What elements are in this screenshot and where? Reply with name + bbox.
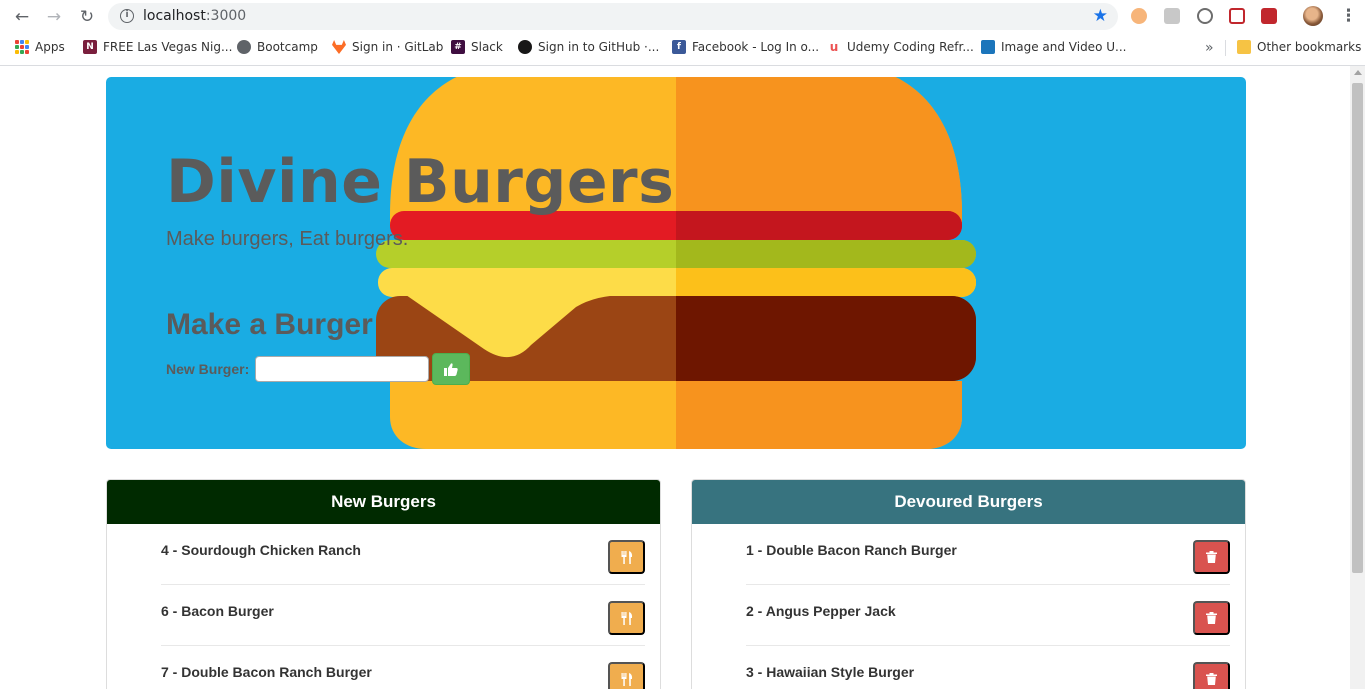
udemy-favicon: u	[827, 40, 841, 54]
devoured-burgers-heading: Devoured Burgers	[692, 480, 1245, 524]
reload-icon[interactable]: ↻	[76, 6, 98, 28]
cutlery-icon	[621, 550, 632, 564]
submit-burger-button[interactable]	[432, 353, 471, 385]
bookmark-udemy[interactable]: u Udemy Coding Refr...	[827, 40, 974, 54]
burger-name: 6 - Bacon Burger	[161, 603, 274, 619]
devoured-burgers-list: 1 - Double Bacon Ranch Burger 2 - Angus …	[692, 524, 1245, 689]
url-host: localhost	[143, 8, 206, 24]
nbc-favicon: N	[83, 40, 97, 54]
bookmark-apps[interactable]: Apps	[15, 40, 65, 54]
devoured-burgers-panel: Devoured Burgers 1 - Double Bacon Ranch …	[691, 479, 1246, 689]
address-bar[interactable]: i localhost:3000 ★	[108, 3, 1118, 30]
github-favicon	[518, 40, 532, 54]
url-text[interactable]: localhost:3000	[143, 8, 246, 24]
page-viewport: Divine Burgers Make burgers, Eat burgers…	[0, 66, 1350, 689]
devour-button[interactable]	[608, 662, 645, 689]
extension-pocket-icon[interactable]	[1229, 8, 1245, 24]
jumbotron: Divine Burgers Make burgers, Eat burgers…	[106, 77, 1246, 449]
new-burgers-list: 4 - Sourdough Chicken Ranch 6 - Bacon Bu…	[107, 524, 660, 689]
bookmark-github[interactable]: Sign in to GitHub ·...	[518, 40, 659, 54]
vertical-scrollbar[interactable]	[1350, 66, 1365, 689]
new-burger-form: New Burger:	[166, 353, 471, 385]
apps-grid-icon	[15, 40, 29, 54]
scroll-up-arrow-icon[interactable]	[1354, 70, 1362, 75]
extension-arrow-icon[interactable]	[1131, 8, 1147, 24]
bookmark-label: Facebook - Log In o...	[692, 40, 820, 54]
burger-name: 3 - Hawaiian Style Burger	[746, 664, 915, 680]
list-item: 1 - Double Bacon Ranch Burger	[746, 524, 1230, 585]
cutlery-icon	[621, 611, 632, 625]
new-burger-label: New Burger:	[166, 361, 250, 377]
bookmark-label: Other bookmarks	[1257, 40, 1362, 54]
bookmark-other[interactable]: Other bookmarks	[1237, 40, 1361, 54]
new-burger-input[interactable]	[255, 356, 430, 382]
new-burgers-heading: New Burgers	[107, 480, 660, 524]
cutlery-icon	[621, 672, 632, 686]
bookmarks-bar: Apps N FREE Las Vegas Nig... Bootcamp Si…	[0, 33, 1365, 63]
delete-button[interactable]	[1193, 540, 1230, 574]
profile-avatar[interactable]	[1303, 6, 1323, 26]
image-upload-favicon	[981, 40, 995, 54]
page-title: Divine Burgers	[166, 147, 675, 217]
bookmark-label: Sign in to GitHub ·...	[538, 40, 660, 54]
scrollbar-thumb[interactable]	[1352, 83, 1363, 573]
bookmark-slack[interactable]: # Slack	[451, 40, 503, 54]
extension-braces-icon[interactable]	[1197, 8, 1213, 24]
bookmark-facebook[interactable]: f Facebook - Log In o...	[672, 40, 819, 54]
globe-favicon	[237, 40, 251, 54]
new-burgers-panel: New Burgers 4 - Sourdough Chicken Ranch …	[106, 479, 661, 689]
trash-icon	[1206, 551, 1217, 563]
list-item: 6 - Bacon Burger	[161, 585, 645, 646]
devour-button[interactable]	[608, 601, 645, 635]
url-port: :3000	[205, 8, 247, 24]
list-item: 2 - Angus Pepper Jack	[746, 585, 1230, 646]
list-item: 3 - Hawaiian Style Burger	[746, 646, 1230, 689]
bookmark-label: Apps	[35, 40, 65, 54]
delete-button[interactable]	[1193, 662, 1230, 689]
page-subtitle: Make burgers, Eat burgers.	[166, 228, 409, 250]
bookmark-star-icon[interactable]: ★	[1093, 6, 1108, 26]
devour-button[interactable]	[608, 540, 645, 574]
extension-screen-icon[interactable]	[1164, 8, 1180, 24]
extension-shield-icon[interactable]	[1261, 8, 1277, 24]
kebab-menu-icon[interactable]: ⋮	[1340, 6, 1357, 26]
thumbs-up-icon	[444, 362, 458, 376]
bookmark-image-upload[interactable]: Image and Video U...	[981, 40, 1126, 54]
slack-favicon: #	[451, 40, 465, 54]
bookmarks-divider	[1225, 40, 1226, 56]
burger-name: 2 - Angus Pepper Jack	[746, 603, 896, 619]
bookmark-vegas[interactable]: N FREE Las Vegas Nig...	[83, 40, 232, 54]
facebook-favicon: f	[672, 40, 686, 54]
bookmark-label: Bootcamp	[257, 40, 318, 54]
folder-icon	[1237, 40, 1251, 54]
bookmark-label: Sign in · GitLab	[352, 40, 444, 54]
bookmarks-overflow-chevron-icon[interactable]: »	[1205, 40, 1214, 56]
gitlab-favicon	[332, 40, 346, 54]
burger-name: 4 - Sourdough Chicken Ranch	[161, 542, 361, 558]
burger-name: 7 - Double Bacon Ranch Burger	[161, 664, 372, 680]
trash-icon	[1206, 673, 1217, 685]
trash-icon	[1206, 612, 1217, 624]
bookmark-gitlab[interactable]: Sign in · GitLab	[332, 40, 443, 54]
bookmark-label: Slack	[471, 40, 503, 54]
bookmark-label: FREE Las Vegas Nig...	[103, 40, 233, 54]
browser-toolbar: ← → ↻ i localhost:3000 ★ ⋮	[0, 0, 1365, 33]
back-arrow-icon[interactable]: ←	[11, 6, 33, 28]
bookmark-label: Udemy Coding Refr...	[847, 40, 974, 54]
forward-arrow-icon[interactable]: →	[43, 6, 65, 28]
delete-button[interactable]	[1193, 601, 1230, 635]
bookmark-bootcamp[interactable]: Bootcamp	[237, 40, 318, 54]
list-item: 7 - Double Bacon Ranch Burger	[161, 646, 645, 689]
info-icon[interactable]: i	[120, 9, 134, 23]
bookmark-label: Image and Video U...	[1001, 40, 1127, 54]
form-heading: Make a Burger	[166, 308, 373, 341]
list-item: 4 - Sourdough Chicken Ranch	[161, 524, 645, 585]
burger-illustration	[376, 77, 976, 449]
burger-name: 1 - Double Bacon Ranch Burger	[746, 542, 957, 558]
